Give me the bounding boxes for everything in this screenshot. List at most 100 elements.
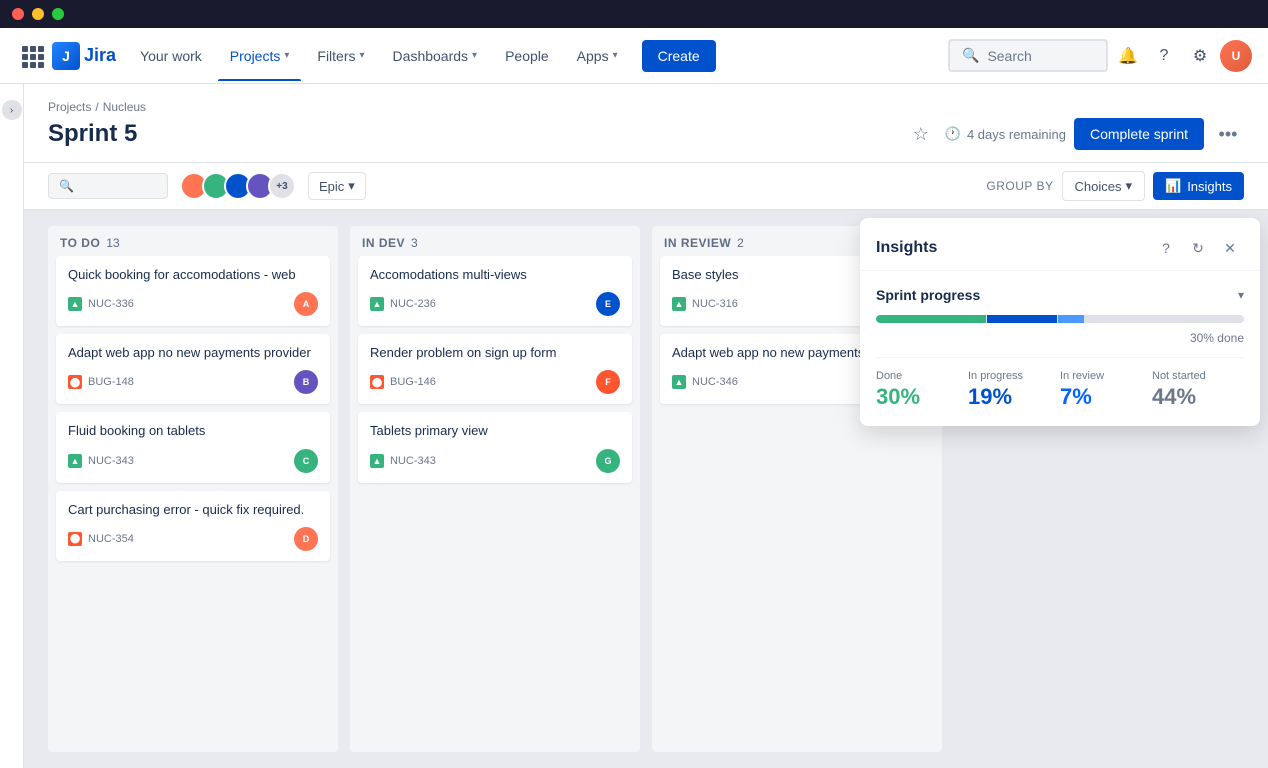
- choices-button[interactable]: Choices ▾: [1062, 171, 1146, 201]
- progress-done-bar: [876, 315, 986, 323]
- page-title: Sprint 5: [48, 120, 137, 148]
- avatar-count[interactable]: +3: [268, 172, 296, 200]
- star-button[interactable]: ☆: [905, 118, 937, 150]
- card-footer: ⬤ BUG-146 F: [370, 370, 620, 394]
- close-btn[interactable]: [12, 8, 24, 20]
- apps-grid-icon[interactable]: [16, 40, 48, 72]
- more-options-button[interactable]: •••: [1212, 118, 1244, 150]
- days-remaining: 🕐 4 days remaining: [945, 126, 1066, 142]
- title-bar: [0, 0, 1268, 28]
- column-title-inreview: IN REVIEW: [664, 236, 731, 250]
- card-id: NUC-343: [88, 455, 134, 467]
- card-avatar: E: [596, 292, 620, 316]
- user-avatar[interactable]: U: [1220, 40, 1252, 72]
- page-header: Projects / Nucleus Sprint 5 ☆ 🕐 4 days r…: [24, 84, 1268, 163]
- column-count-inreview: 2: [737, 236, 744, 250]
- column-header-indev: IN DEV 3: [350, 226, 640, 256]
- card-avatar: D: [294, 527, 318, 551]
- card-bug-146[interactable]: Render problem on sign up form ⬤ BUG-146…: [358, 334, 632, 404]
- sidebar-toggle[interactable]: ›: [2, 100, 22, 120]
- page-title-row: Sprint 5 ☆ 🕐 4 days remaining Complete s…: [48, 118, 1244, 162]
- top-nav: J Jira Your work Projects ▾ Filters ▾ Da…: [0, 28, 1268, 84]
- avatars-row: +3: [180, 172, 296, 200]
- card-title: Quick booking for accomodations - web: [68, 266, 318, 284]
- nav-item-projects[interactable]: Projects ▾: [218, 40, 302, 72]
- chevron-down-icon: ▾: [472, 50, 477, 61]
- clock-icon: 🕐: [945, 126, 961, 142]
- card-nuc-343-indev[interactable]: Tablets primary view ▲ NUC-343 G: [358, 412, 632, 482]
- minimize-btn[interactable]: [32, 8, 44, 20]
- stat-inreview: In review 7%: [1060, 370, 1152, 410]
- refresh-icon-btn[interactable]: ↻: [1184, 234, 1212, 262]
- card-id: BUG-146: [390, 376, 436, 388]
- card-footer: ⬤ BUG-148 B: [68, 370, 318, 394]
- stat-inprogress: In progress 19%: [968, 370, 1060, 410]
- stat-done-value: 30%: [876, 384, 968, 410]
- jira-logo[interactable]: J Jira: [52, 42, 116, 70]
- nav-item-dashboards[interactable]: Dashboards ▾: [381, 40, 490, 72]
- help-button[interactable]: ?: [1148, 40, 1180, 72]
- story-icon: ▲: [370, 454, 384, 468]
- insights-panel: Insights ? ↻ ✕ Sprint progress ▾: [860, 218, 1260, 426]
- chevron-up-icon[interactable]: ▾: [1238, 288, 1244, 302]
- progress-inprogress-bar: [987, 315, 1057, 323]
- bug-icon: ⬤: [68, 532, 82, 546]
- search-text: Search: [987, 48, 1031, 64]
- card-id: NUC-346: [692, 376, 738, 388]
- chart-icon: 📊: [1165, 178, 1181, 194]
- complete-sprint-button[interactable]: Complete sprint: [1074, 118, 1204, 150]
- jira-logo-icon: J: [52, 42, 80, 70]
- insights-panel-title: Insights: [876, 239, 1144, 257]
- nav-item-people[interactable]: People: [493, 40, 561, 72]
- card-id: NUC-354: [88, 533, 134, 545]
- main-content: Projects / Nucleus Sprint 5 ☆ 🕐 4 days r…: [24, 84, 1268, 768]
- card-id: NUC-316: [692, 298, 738, 310]
- insights-button[interactable]: 📊 Insights: [1153, 172, 1244, 200]
- breadcrumb-projects[interactable]: Projects: [48, 100, 91, 114]
- card-nuc-236[interactable]: Accomodations multi-views ▲ NUC-236 E: [358, 256, 632, 326]
- column-todo: TO DO 13 Quick booking for accomodations…: [48, 226, 338, 752]
- column-indev: IN DEV 3 Accomodations multi-views ▲ NUC…: [350, 226, 640, 752]
- nav-item-apps[interactable]: Apps ▾: [565, 40, 630, 72]
- card-id: BUG-148: [88, 376, 134, 388]
- column-count-indev: 3: [411, 236, 418, 250]
- column-header-todo: TO DO 13: [48, 226, 338, 256]
- column-cards-todo: Quick booking for accomodations - web ▲ …: [48, 256, 338, 752]
- nav-item-your-work[interactable]: Your work: [128, 40, 214, 72]
- nav-item-filters[interactable]: Filters ▾: [305, 40, 376, 72]
- story-icon: ▲: [672, 297, 686, 311]
- card-nuc-343-todo[interactable]: Fluid booking on tablets ▲ NUC-343 C: [56, 412, 330, 482]
- card-footer: ▲ NUC-343 G: [370, 449, 620, 473]
- notifications-button[interactable]: 🔔: [1112, 40, 1144, 72]
- epic-filter-button[interactable]: Epic ▾: [308, 172, 366, 200]
- search-bar[interactable]: 🔍 Search: [948, 39, 1108, 72]
- card-avatar: G: [596, 449, 620, 473]
- close-icon-btn[interactable]: ✕: [1216, 234, 1244, 262]
- progress-percent: 30% done: [876, 331, 1244, 345]
- maximize-btn[interactable]: [52, 8, 64, 20]
- sprint-progress-header: Sprint progress ▾: [876, 287, 1244, 303]
- help-icon-btn[interactable]: ?: [1152, 234, 1180, 262]
- chevron-down-icon: ▾: [613, 50, 618, 61]
- chevron-down-icon: ▾: [348, 178, 355, 194]
- card-nuc-354[interactable]: Cart purchasing error - quick fix requir…: [56, 491, 330, 561]
- card-avatar: C: [294, 449, 318, 473]
- card-footer: ⬤ NUC-354 D: [68, 527, 318, 551]
- settings-button[interactable]: ⚙: [1184, 40, 1216, 72]
- card-title: Adapt web app no new payments provider: [68, 344, 318, 362]
- card-title: Tablets primary view: [370, 422, 620, 440]
- breadcrumb-nucleus[interactable]: Nucleus: [103, 100, 146, 114]
- create-button[interactable]: Create: [642, 40, 716, 72]
- column-cards-indev: Accomodations multi-views ▲ NUC-236 E Re…: [350, 256, 640, 752]
- card-title: Cart purchasing error - quick fix requir…: [68, 501, 318, 519]
- card-bug-148[interactable]: Adapt web app no new payments provider ⬤…: [56, 334, 330, 404]
- title-actions: ☆ 🕐 4 days remaining Complete sprint •••: [905, 118, 1244, 150]
- jira-logo-text: Jira: [84, 45, 116, 66]
- stat-notstarted: Not started 44%: [1152, 370, 1244, 410]
- card-avatar: A: [294, 292, 318, 316]
- board-search[interactable]: 🔍: [48, 173, 168, 199]
- card-nuc-336[interactable]: Quick booking for accomodations - web ▲ …: [56, 256, 330, 326]
- stat-notstarted-label: Not started: [1152, 370, 1244, 382]
- sprint-progress-title: Sprint progress: [876, 287, 980, 303]
- progress-stats: Done 30% In progress 19% In review 7%: [876, 357, 1244, 410]
